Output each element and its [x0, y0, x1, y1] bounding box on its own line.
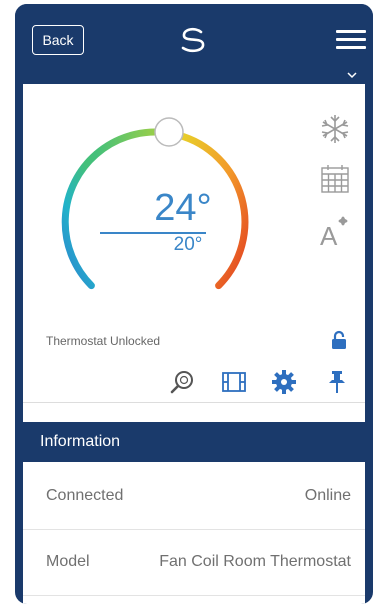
swirl-logo-icon: [181, 27, 205, 53]
pin-icon[interactable]: [324, 369, 350, 395]
unlocked-lock-icon[interactable]: [330, 330, 348, 350]
svg-text:A: A: [320, 221, 338, 248]
chevron-down-icon[interactable]: [347, 72, 357, 80]
info-row-connected: Connected Online: [23, 464, 365, 530]
snowflake-icon[interactable]: [318, 112, 352, 146]
hamburger-menu-icon[interactable]: [336, 30, 366, 50]
thermostat-card: 24° 20° A Thermostat Unlocked: [23, 84, 365, 403]
film-icon[interactable]: [221, 369, 247, 395]
phone-frame: Back 24° 20° A Thermostat Unlocked Infor…: [15, 4, 373, 604]
set-temperature: 20°: [173, 234, 203, 255]
back-button[interactable]: Back: [32, 25, 84, 55]
collapsed-panel-strip: [23, 72, 365, 84]
info-value: Online: [304, 487, 351, 504]
main-content: 24° 20° A Thermostat Unlocked Informatio…: [23, 72, 365, 604]
calendar-icon[interactable]: [318, 162, 352, 196]
gear-icon[interactable]: [271, 369, 297, 395]
current-temperature: 24°: [154, 187, 212, 229]
search-icon[interactable]: [169, 369, 195, 395]
info-value: Fan Coil Room Thermostat: [159, 553, 351, 570]
dial-handle: [154, 117, 184, 147]
info-label: Connected: [46, 487, 124, 504]
fan-auto-icon[interactable]: A: [318, 214, 352, 248]
info-label: Model: [46, 553, 90, 570]
info-row-model: Model Fan Coil Room Thermostat: [23, 530, 365, 596]
top-bar: Back: [15, 4, 373, 72]
information-header: Information: [23, 422, 365, 462]
thermostat-status: Thermostat Unlocked: [46, 334, 161, 348]
